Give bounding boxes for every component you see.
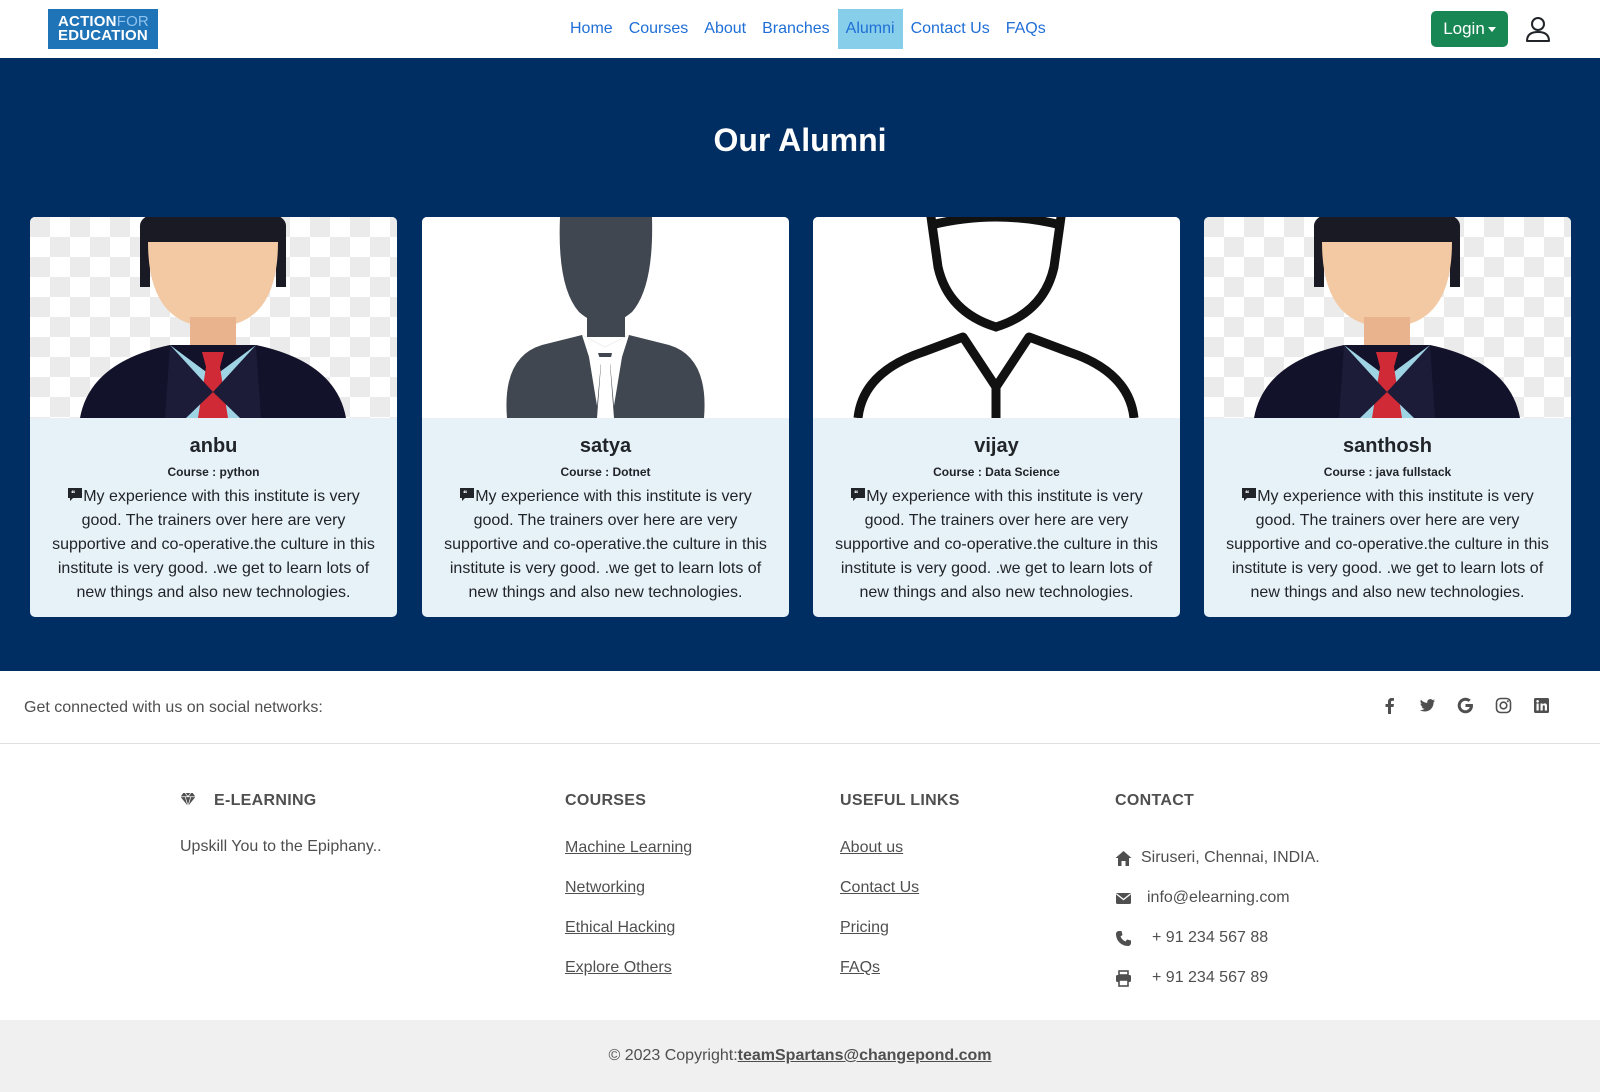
section-title: Our Alumni: [713, 122, 887, 158]
quote-icon: ❝: [851, 488, 866, 501]
copyright-bar: © 2023 Copyright:teamSpartans@changepond…: [0, 1020, 1600, 1092]
avatar-cartoon-businessman: [1204, 217, 1571, 418]
brand-logo[interactable]: ACTIONFOR EDUCATION: [48, 9, 158, 49]
alumni-card: satya Course : Dotnet ❝ My experience wit…: [422, 217, 789, 617]
quote-icon: ❝: [1242, 488, 1257, 501]
envelope-icon: [1116, 892, 1131, 904]
printer-icon: [1116, 969, 1131, 987]
google-icon[interactable]: [1457, 697, 1474, 714]
footer-courses-heading: COURSES: [565, 792, 647, 809]
login-dropdown-button[interactable]: Login: [1431, 11, 1508, 47]
footer-useful-links: USEFUL LINKS About us Contact Us Pricing…: [840, 792, 960, 998]
alumni-name: satya: [579, 435, 632, 457]
alumni-testimonial: ❝ My experience with this institute is ve…: [52, 488, 375, 601]
footer-link-machine-learning[interactable]: Machine Learning: [565, 838, 692, 878]
social-text: Get connected with us on social networks…: [24, 699, 323, 716]
nav-faqs[interactable]: FAQs: [998, 9, 1054, 49]
footer-tagline: Upskill You to the Epiphany..: [180, 838, 382, 855]
alumni-testimonial: ❝ My experience with this institute is ve…: [1226, 488, 1549, 601]
facebook-icon[interactable]: [1381, 697, 1398, 714]
svg-text:❝: ❝: [854, 489, 858, 498]
alumni-name: santhosh: [1343, 435, 1432, 457]
alumni-card: vijay Course : Data Science ❝ My experien…: [813, 217, 1180, 617]
alumni-name: vijay: [974, 435, 1019, 457]
social-icons: [1381, 697, 1550, 714]
quote-icon: ❝: [460, 488, 475, 501]
nav-about[interactable]: About: [696, 9, 754, 49]
svg-text:❝: ❝: [1245, 489, 1249, 498]
footer-brand-heading: E-LEARNING: [180, 792, 382, 812]
footer-contact-heading: CONTACT: [1115, 792, 1195, 809]
twitter-icon[interactable]: [1419, 697, 1436, 714]
alumni-course: Course : Dotnet: [560, 465, 651, 479]
alumni-course: Course : python: [167, 465, 260, 479]
nav-links: Home Courses About Branches Alumni Conta…: [562, 9, 1054, 49]
svg-text:❝: ❝: [71, 489, 75, 498]
avatar-cartoon-businessman: [30, 217, 397, 418]
footer-contact: CONTACT Siruseri, Chennai, INDIA. info@e…: [1115, 792, 1320, 998]
nav-courses[interactable]: Courses: [621, 9, 697, 49]
footer-link-networking[interactable]: Networking: [565, 878, 692, 918]
linkedin-icon[interactable]: [1533, 697, 1550, 714]
footer-link-explore-others[interactable]: Explore Others: [565, 958, 692, 998]
footer-brand: E-LEARNING Upskill You to the Epiphany..: [180, 792, 382, 856]
contact-email: info@elearning.com: [1115, 878, 1320, 918]
alumni-course: Course : Data Science: [933, 465, 1060, 479]
contact-phone: + 91 234 567 88: [1115, 918, 1320, 958]
login-label: Login: [1443, 19, 1485, 38]
nav-home[interactable]: Home: [562, 9, 621, 49]
footer-courses: COURSES Machine Learning Networking Ethi…: [565, 792, 692, 998]
gem-icon: [180, 792, 196, 808]
user-icon[interactable]: [1524, 15, 1552, 43]
footer-link-pricing[interactable]: Pricing: [840, 918, 960, 958]
footer-link-faqs[interactable]: FAQs: [840, 958, 960, 998]
alumni-testimonial: ❝ My experience with this institute is ve…: [835, 488, 1158, 601]
alumni-name: anbu: [189, 435, 238, 457]
phone-icon: [1116, 930, 1131, 946]
home-icon: [1115, 850, 1132, 866]
svg-text:❝: ❝: [463, 489, 467, 498]
avatar-silhouette-businessman: [422, 217, 789, 418]
contact-fax: + 91 234 567 89: [1115, 958, 1320, 998]
copyright-text: © 2023 Copyright:: [608, 1047, 738, 1064]
alumni-card: anbu Course : python ❝ My experience with…: [30, 217, 397, 617]
contact-address: Siruseri, Chennai, INDIA.: [1115, 838, 1320, 878]
caret-down-icon: [1487, 27, 1496, 33]
footer-link-about-us[interactable]: About us: [840, 838, 960, 878]
navbar: ACTIONFOR EDUCATION Home Courses About B…: [0, 0, 1600, 58]
alumni-course: Course : java fullstack: [1323, 465, 1452, 479]
footer-link-ethical-hacking[interactable]: Ethical Hacking: [565, 918, 692, 958]
alumni-testimonial: ❝ My experience with this institute is ve…: [444, 488, 767, 601]
footer-useful-heading: USEFUL LINKS: [840, 792, 960, 809]
nav-alumni[interactable]: Alumni: [837, 9, 903, 49]
copyright-email-link[interactable]: teamSpartans@changepond.com: [738, 1047, 992, 1064]
alumni-card: santhosh Course : java fullstack ❝ My exp…: [1204, 217, 1571, 617]
nav-branches[interactable]: Branches: [754, 9, 838, 49]
nav-contact-us[interactable]: Contact Us: [903, 9, 998, 49]
instagram-icon[interactable]: [1495, 697, 1512, 714]
quote-icon: ❝: [68, 488, 83, 501]
social-bar: Get connected with us on social networks…: [0, 671, 1600, 744]
footer-link-contact-us[interactable]: Contact Us: [840, 878, 960, 918]
logo-text-education: EDUCATION: [58, 27, 148, 44]
avatar-outline-person: [813, 217, 1180, 418]
alumni-section: Our Alumni anbu Course : python ❝ My expe…: [0, 58, 1600, 671]
